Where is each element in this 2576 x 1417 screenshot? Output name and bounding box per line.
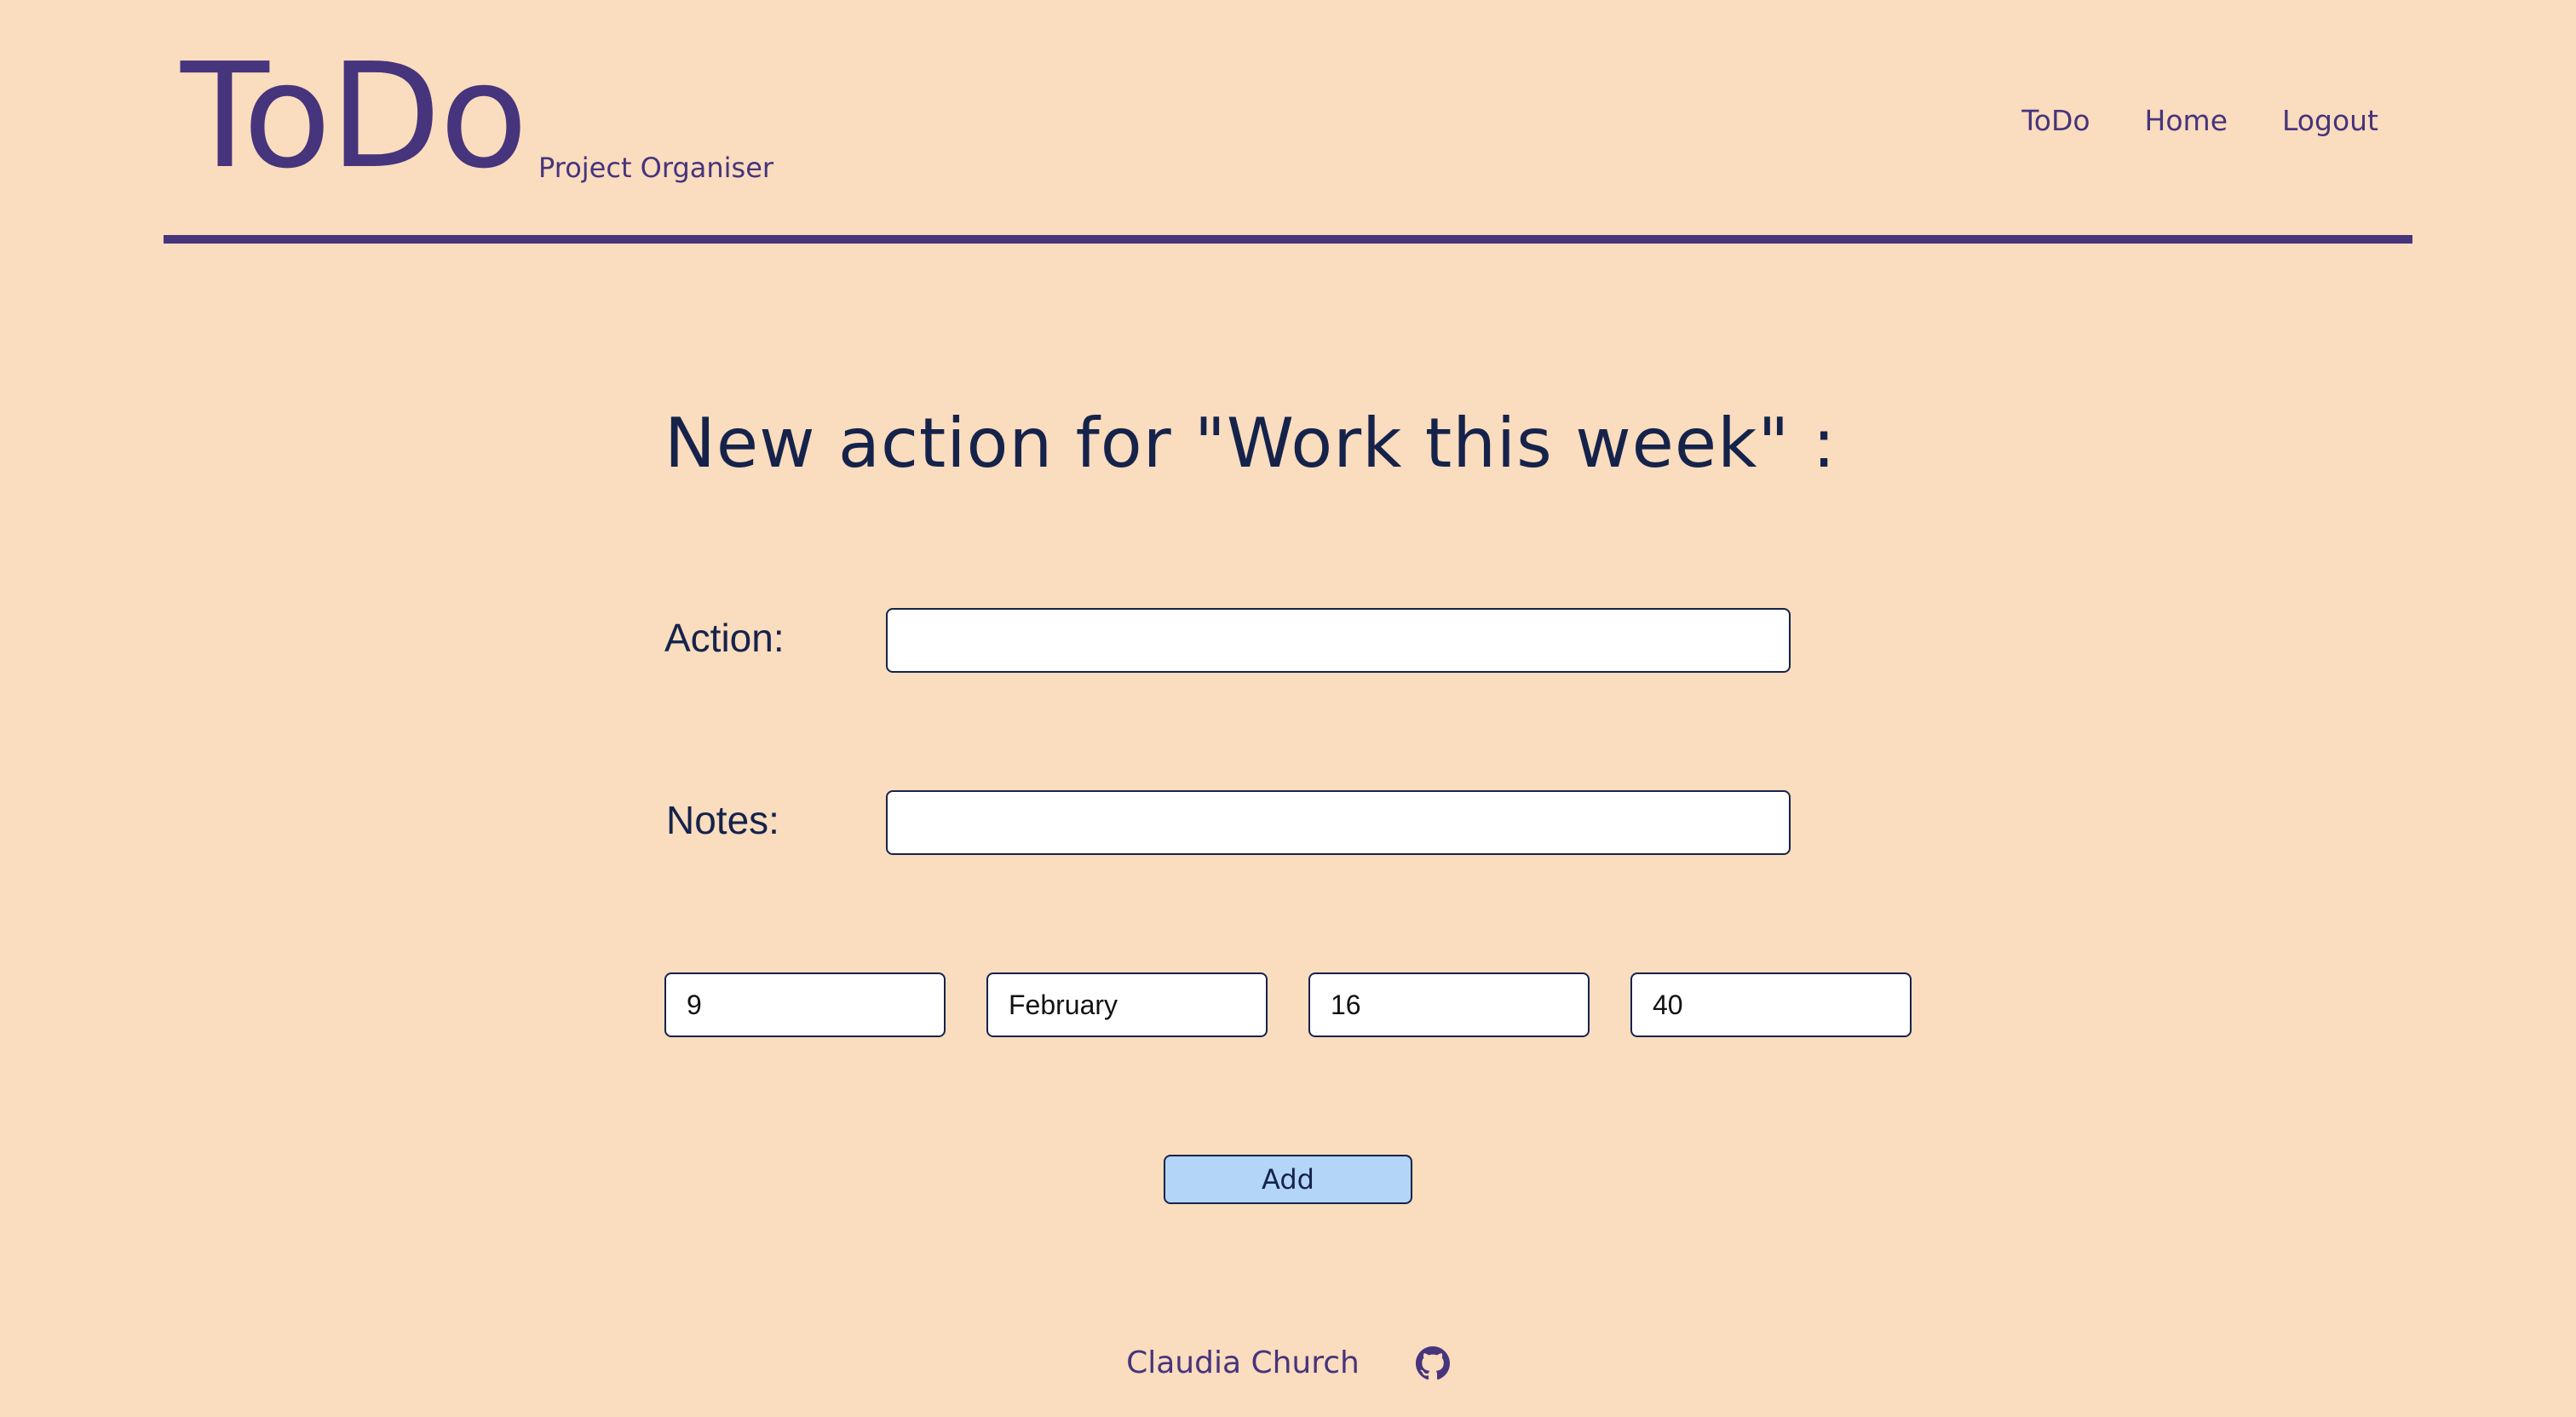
add-button[interactable]: Add <box>1164 1155 1412 1204</box>
nav-link-logout[interactable]: Logout <box>2282 104 2378 137</box>
site-header: ToDo Project Organiser ToDo Home Logout <box>164 0 2412 244</box>
form-title: New action for "Work this week" : <box>664 404 1837 483</box>
site-footer: Claudia Church <box>0 1345 2576 1380</box>
hour-input[interactable] <box>1308 972 1590 1037</box>
main-nav: ToDo Home Logout <box>2021 104 2378 137</box>
nav-link-todo[interactable]: ToDo <box>2021 104 2090 137</box>
notes-input[interactable] <box>886 790 1791 855</box>
app-subtitle: Project Organiser <box>538 152 774 184</box>
action-input[interactable] <box>886 608 1791 673</box>
nav-link-home[interactable]: Home <box>2145 104 2228 137</box>
month-input[interactable] <box>986 972 1268 1037</box>
app-logo: ToDo <box>181 32 528 201</box>
notes-label: Notes: <box>666 798 779 842</box>
minute-input[interactable] <box>1630 972 1912 1037</box>
action-label: Action: <box>664 616 785 660</box>
author-name: Claudia Church <box>1126 1345 1360 1380</box>
github-icon[interactable] <box>1415 1345 1450 1380</box>
day-input[interactable] <box>664 972 946 1037</box>
